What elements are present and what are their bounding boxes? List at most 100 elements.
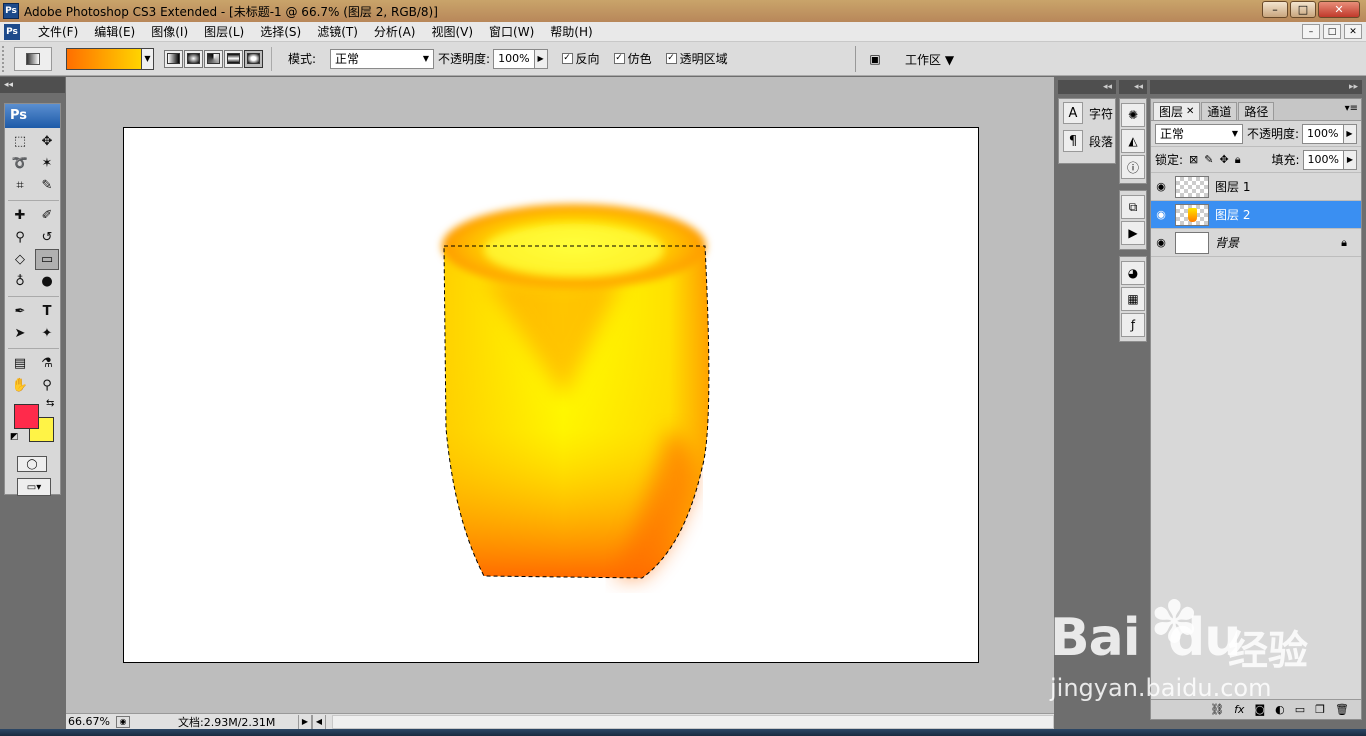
menu-view[interactable]: 视图(V): [423, 23, 481, 40]
history-brush-tool-icon[interactable]: ↺: [35, 227, 59, 248]
marquee-tool-icon[interactable]: ⬚: [8, 131, 32, 152]
gradient-swatch[interactable]: [67, 48, 141, 69]
menu-filter[interactable]: 滤镜(T): [309, 23, 366, 40]
zoom-tool-icon[interactable]: ⚲: [35, 375, 59, 396]
collapse-icon[interactable]: ◂◂: [1119, 80, 1147, 94]
move-tool-icon[interactable]: ✥: [35, 131, 59, 152]
tab-layers[interactable]: 图层 ✕: [1153, 102, 1201, 120]
menu-analysis[interactable]: 分析(A): [366, 23, 424, 40]
quick-mask-icon[interactable]: ◯: [17, 456, 47, 472]
path-selection-tool-icon[interactable]: ➤: [8, 323, 32, 344]
actions-icon[interactable]: ▶: [1121, 221, 1145, 245]
chevron-right-icon[interactable]: ▶: [1342, 124, 1356, 143]
chevron-down-icon[interactable]: ▼: [141, 48, 153, 69]
menu-window[interactable]: 窗口(W): [481, 23, 542, 40]
screen-mode-icon[interactable]: ▭▾: [17, 478, 51, 496]
eyedropper-tool-icon[interactable]: ⚗: [35, 353, 59, 374]
history-icon[interactable]: ⧉: [1121, 195, 1145, 219]
gradient-picker[interactable]: ▼: [66, 47, 154, 70]
tool-preset-picker[interactable]: [14, 46, 52, 71]
toolbox-logo[interactable]: Ps: [5, 104, 60, 128]
chevron-right-icon[interactable]: ▶: [1343, 150, 1356, 169]
photoshop-menu-icon[interactable]: Ps: [4, 23, 20, 40]
menu-image[interactable]: 图像(I): [143, 23, 196, 40]
linear-gradient-button[interactable]: [164, 49, 183, 68]
tab-channels[interactable]: 通道: [1201, 102, 1238, 120]
opacity-value[interactable]: 100%: [494, 52, 533, 65]
eye-icon[interactable]: ◉: [1151, 236, 1171, 249]
character-panel-button[interactable]: A 字符: [1059, 99, 1115, 127]
notes-tool-icon[interactable]: ▤: [8, 353, 32, 374]
dodge-tool-icon[interactable]: ●: [35, 271, 59, 292]
layer-row[interactable]: ◉ 图层 1: [1151, 173, 1361, 201]
navigator-icon[interactable]: ✺: [1121, 103, 1145, 127]
close-button[interactable]: ✕: [1318, 1, 1360, 18]
mask-icon[interactable]: ◙: [1254, 703, 1265, 716]
healing-brush-tool-icon[interactable]: ✚: [8, 205, 32, 226]
type-tool-icon[interactable]: T: [35, 301, 59, 322]
bridge-icon[interactable]: ▣: [862, 50, 888, 68]
info-icon[interactable]: ⓘ: [1121, 155, 1145, 179]
link-icon[interactable]: ⛓: [1210, 703, 1224, 716]
reverse-checkbox[interactable]: ✓ 反向: [561, 50, 600, 67]
minimize-button[interactable]: –: [1262, 1, 1288, 18]
close-icon[interactable]: ✕: [1186, 106, 1194, 117]
checkbox-checked-icon[interactable]: ✓: [561, 53, 573, 64]
status-info-icon[interactable]: ◉: [116, 715, 130, 728]
options-grip[interactable]: [2, 45, 8, 72]
dither-checkbox[interactable]: ✓ 仿色: [613, 50, 652, 67]
layer-row-background[interactable]: ◉ 背景 🔒︎: [1151, 229, 1361, 257]
brush-tool-icon[interactable]: ✐: [35, 205, 59, 226]
scroll-left-icon[interactable]: ◀: [312, 714, 326, 729]
collapse-icon[interactable]: ◂◂: [1058, 80, 1116, 94]
adjustment-icon[interactable]: ◐: [1275, 703, 1285, 716]
radial-gradient-button[interactable]: [184, 49, 203, 68]
new-layer-icon[interactable]: ❐: [1315, 703, 1325, 716]
lock-transparency-icon[interactable]: ⊠: [1189, 153, 1198, 166]
mode-select[interactable]: 正常 ▼: [330, 48, 435, 69]
slice-tool-icon[interactable]: ✎: [35, 175, 59, 196]
angle-gradient-button[interactable]: [204, 49, 223, 68]
menu-select[interactable]: 选择(S): [252, 23, 309, 40]
checkbox-checked-icon[interactable]: ✓: [613, 53, 625, 64]
folder-icon[interactable]: ▭: [1295, 703, 1305, 716]
layer-opacity-value[interactable]: 100%: [1303, 127, 1342, 140]
magic-wand-tool-icon[interactable]: ✶: [35, 153, 59, 174]
layer-row-selected[interactable]: ◉ 图层 2: [1151, 201, 1361, 229]
lock-pixels-icon[interactable]: ✎: [1204, 153, 1213, 166]
hand-tool-icon[interactable]: ✋: [8, 375, 32, 396]
paragraph-panel-button[interactable]: ¶ 段落: [1059, 127, 1115, 155]
tab-paths[interactable]: 路径: [1238, 102, 1275, 120]
eye-icon[interactable]: ◉: [1151, 180, 1171, 193]
reflected-gradient-button[interactable]: [224, 49, 243, 68]
clone-stamp-tool-icon[interactable]: ⚲: [8, 227, 32, 248]
zoom-level[interactable]: 66.67%: [66, 715, 116, 728]
layer-name[interactable]: 图层 2: [1215, 206, 1250, 223]
doc-restore-button[interactable]: □: [1323, 24, 1341, 39]
doc-close-button[interactable]: ✕: [1344, 24, 1362, 39]
doc-minimize-button[interactable]: –: [1302, 24, 1320, 39]
color-icon[interactable]: ◕: [1121, 261, 1145, 285]
maximize-button[interactable]: □: [1290, 1, 1316, 18]
diamond-gradient-button[interactable]: [244, 49, 263, 68]
blur-tool-icon[interactable]: ♁: [8, 271, 32, 292]
styles-icon[interactable]: ƒ: [1121, 313, 1145, 337]
checkbox-checked-icon[interactable]: ✓: [665, 53, 677, 64]
swatches-icon[interactable]: ▦: [1121, 287, 1145, 311]
fill-value[interactable]: 100%: [1304, 153, 1343, 166]
menu-file[interactable]: 文件(F): [30, 23, 86, 40]
panel-menu-icon[interactable]: ▾≡: [1345, 103, 1358, 114]
gradient-tool-icon[interactable]: ▭: [35, 249, 59, 270]
fill-field[interactable]: 100% ▶: [1302, 149, 1357, 170]
eye-icon[interactable]: ◉: [1151, 208, 1171, 221]
trash-icon[interactable]: 🗑︎: [1335, 703, 1349, 716]
menu-help[interactable]: 帮助(H): [542, 23, 600, 40]
lock-all-icon[interactable]: 🔒︎: [1235, 153, 1241, 167]
layer-opacity-field[interactable]: 100% ▶: [1302, 123, 1357, 144]
opacity-field[interactable]: 100% ▶: [493, 48, 548, 69]
status-menu-arrow-icon[interactable]: ▶: [298, 714, 312, 729]
histogram-icon[interactable]: ◭: [1121, 129, 1145, 153]
layer-name[interactable]: 图层 1: [1215, 178, 1250, 195]
default-colors-icon[interactable]: ◩: [10, 432, 19, 442]
lasso-tool-icon[interactable]: ➰: [8, 153, 32, 174]
